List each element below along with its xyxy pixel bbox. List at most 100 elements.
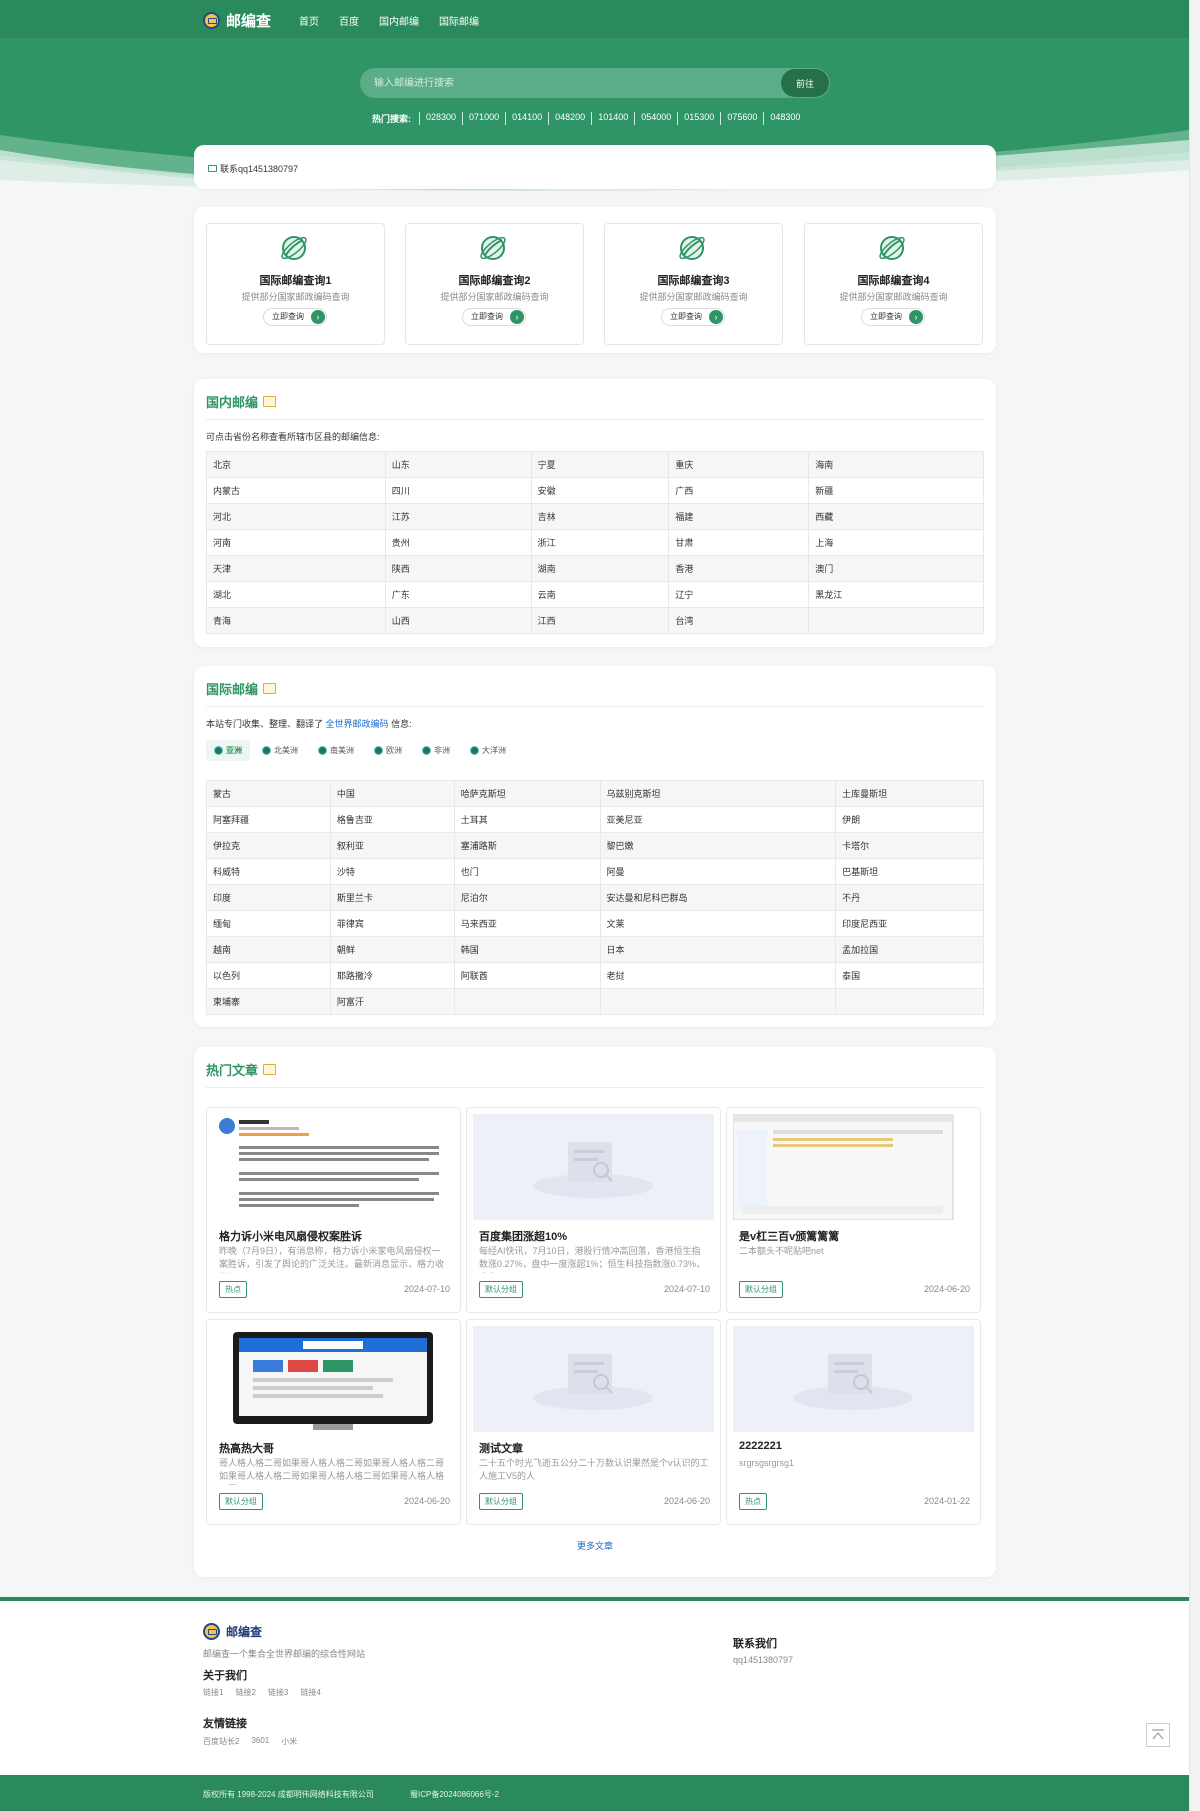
article-card[interactable]: 2222221 srgrsgsrgrsg1 热点 2024-01-22 (726, 1319, 981, 1525)
about-link[interactable]: 链接4 (300, 1687, 320, 1698)
province-cell[interactable]: 江西 (530, 607, 670, 634)
country-cell[interactable]: 亚美尼亚 (599, 806, 837, 833)
hot-search-item[interactable]: 048200 (548, 112, 591, 125)
province-cell[interactable]: 广东 (384, 581, 532, 608)
province-cell[interactable]: 黑龙江 (808, 581, 984, 608)
country-cell[interactable]: 印度 (206, 884, 331, 911)
country-cell[interactable]: 斯里兰卡 (329, 884, 455, 911)
province-cell[interactable]: 湖南 (530, 555, 670, 582)
country-cell[interactable]: 科威特 (206, 858, 331, 885)
hot-search-item[interactable]: 071000 (462, 112, 505, 125)
country-cell[interactable]: 缅甸 (206, 910, 331, 937)
country-cell[interactable]: 沙特 (329, 858, 455, 885)
query-now-button[interactable]: 立即查询 › (661, 308, 725, 326)
country-cell[interactable]: 伊朗 (835, 806, 984, 833)
province-cell[interactable]: 澳门 (808, 555, 984, 582)
article-card[interactable]: 格力诉小米电风扇侵权案胜诉 昨晚（7月9日），有消息称，格力诉小米家电风扇侵权一案… (206, 1107, 461, 1313)
intl-query-card-4[interactable]: 国际邮编查询4 提供部分国家邮政编码查询 立即查询 › (804, 223, 983, 345)
province-cell[interactable]: 内蒙古 (206, 477, 386, 504)
province-cell[interactable]: 浙江 (530, 529, 670, 556)
country-cell[interactable]: 文莱 (599, 910, 837, 937)
article-tag[interactable]: 默认分组 (739, 1281, 783, 1298)
country-cell[interactable]: 老挝 (599, 962, 837, 989)
province-cell[interactable]: 辽宁 (668, 581, 810, 608)
province-cell[interactable]: 贵州 (384, 529, 532, 556)
hot-search-item[interactable]: 075600 (720, 112, 763, 125)
province-cell[interactable]: 新疆 (808, 477, 984, 504)
article-title[interactable]: 百度集团涨超10% (479, 1228, 567, 1244)
article-thumbnail[interactable] (473, 1114, 714, 1220)
query-now-button[interactable]: 立即查询 › (263, 308, 327, 326)
province-cell[interactable]: 山西 (384, 607, 532, 634)
icp-text[interactable]: 蜀ICP备2024086066号-2 (410, 1789, 499, 1800)
country-cell[interactable]: 阿塞拜疆 (206, 806, 331, 833)
nav-item-international[interactable]: 国际邮编 (439, 13, 479, 28)
intl-query-card-3[interactable]: 国际邮编查询3 提供部分国家邮政编码查询 立即查询 › (604, 223, 783, 345)
country-cell[interactable]: 柬埔寨 (206, 988, 331, 1015)
article-thumbnail[interactable] (733, 1114, 974, 1220)
province-cell[interactable]: 青海 (206, 607, 386, 634)
article-thumbnail[interactable] (213, 1326, 454, 1432)
country-cell[interactable]: 乌兹别克斯坦 (599, 780, 837, 807)
province-cell[interactable]: 云南 (530, 581, 670, 608)
query-now-button[interactable]: 立即查询 › (861, 308, 925, 326)
province-cell[interactable]: 台湾 (668, 607, 810, 634)
article-thumbnail[interactable] (213, 1114, 454, 1220)
province-cell[interactable]: 西藏 (808, 503, 984, 530)
province-cell[interactable]: 上海 (808, 529, 984, 556)
province-cell[interactable]: 甘肃 (668, 529, 810, 556)
province-cell[interactable]: 河北 (206, 503, 386, 530)
article-tag[interactable]: 热点 (739, 1493, 767, 1510)
about-link[interactable]: 链接1 (203, 1687, 223, 1698)
world-postcode-link[interactable]: 全世界邮政编码 (326, 719, 389, 729)
about-link[interactable]: 链接2 (235, 1687, 255, 1698)
province-cell[interactable]: 四川 (384, 477, 532, 504)
friend-link[interactable]: 小米 (281, 1736, 297, 1747)
article-title[interactable]: 格力诉小米电风扇侵权案胜诉 (219, 1228, 362, 1244)
footer-logo[interactable]: 邮编查 (203, 1623, 262, 1640)
country-cell[interactable]: 朝鲜 (329, 936, 455, 963)
country-cell[interactable]: 叙利亚 (329, 832, 455, 859)
about-link[interactable]: 链接3 (268, 1687, 288, 1698)
country-cell[interactable]: 哈萨克斯坦 (453, 780, 601, 807)
tab-south-america[interactable]: 南美洲 (310, 740, 362, 761)
province-cell[interactable]: 山东 (384, 451, 532, 478)
article-title[interactable]: 是v杠三百v颁篱篱篱 (739, 1228, 839, 1244)
article-card[interactable]: 热高热大哥 哥人格人格二哥如果哥人格人格二哥如果哥人格人格二哥如果哥人格人格二哥如… (206, 1319, 461, 1525)
country-cell[interactable]: 越南 (206, 936, 331, 963)
article-title[interactable]: 热高热大哥 (219, 1440, 274, 1456)
country-cell[interactable]: 泰国 (835, 962, 984, 989)
intl-query-card-1[interactable]: 国际邮编查询1 提供部分国家邮政编码查询 立即查询 › (206, 223, 385, 345)
province-cell[interactable]: 安徽 (530, 477, 670, 504)
province-cell[interactable]: 天津 (206, 555, 386, 582)
province-cell[interactable]: 北京 (206, 451, 386, 478)
country-cell[interactable]: 阿曼 (599, 858, 837, 885)
country-cell[interactable]: 也门 (453, 858, 601, 885)
country-cell[interactable]: 蒙古 (206, 780, 331, 807)
article-card[interactable]: 测试文章 二十五个时光飞逝五公分二十万数认识果然是个v认识的工人施工V5的人 默认分… (466, 1319, 721, 1525)
country-cell[interactable]: 塞浦路斯 (453, 832, 601, 859)
country-cell[interactable]: 土耳其 (453, 806, 601, 833)
province-cell[interactable]: 福建 (668, 503, 810, 530)
tab-africa[interactable]: 非洲 (414, 740, 458, 761)
province-cell[interactable]: 湖北 (206, 581, 386, 608)
country-cell[interactable]: 黎巴嫩 (599, 832, 837, 859)
country-cell[interactable]: 伊拉克 (206, 832, 331, 859)
tab-europe[interactable]: 欧洲 (366, 740, 410, 761)
country-cell[interactable]: 耶路撒冷 (329, 962, 455, 989)
query-now-button[interactable]: 立即查询 › (462, 308, 526, 326)
province-cell[interactable]: 广西 (668, 477, 810, 504)
site-logo[interactable]: 邮编查 (203, 10, 271, 31)
province-cell[interactable]: 陕西 (384, 555, 532, 582)
province-cell[interactable]: 海南 (808, 451, 984, 478)
province-cell[interactable]: 香港 (668, 555, 810, 582)
nav-item-domestic[interactable]: 国内邮编 (379, 13, 419, 28)
article-tag[interactable]: 默认分组 (219, 1493, 263, 1510)
article-thumbnail[interactable] (473, 1326, 714, 1432)
tab-asia[interactable]: 亚洲 (206, 740, 250, 761)
country-cell[interactable]: 马来西亚 (453, 910, 601, 937)
hot-search-item[interactable]: 101400 (591, 112, 634, 125)
country-cell[interactable]: 格鲁吉亚 (329, 806, 455, 833)
country-cell[interactable]: 日本 (599, 936, 837, 963)
province-cell[interactable]: 重庆 (668, 451, 810, 478)
